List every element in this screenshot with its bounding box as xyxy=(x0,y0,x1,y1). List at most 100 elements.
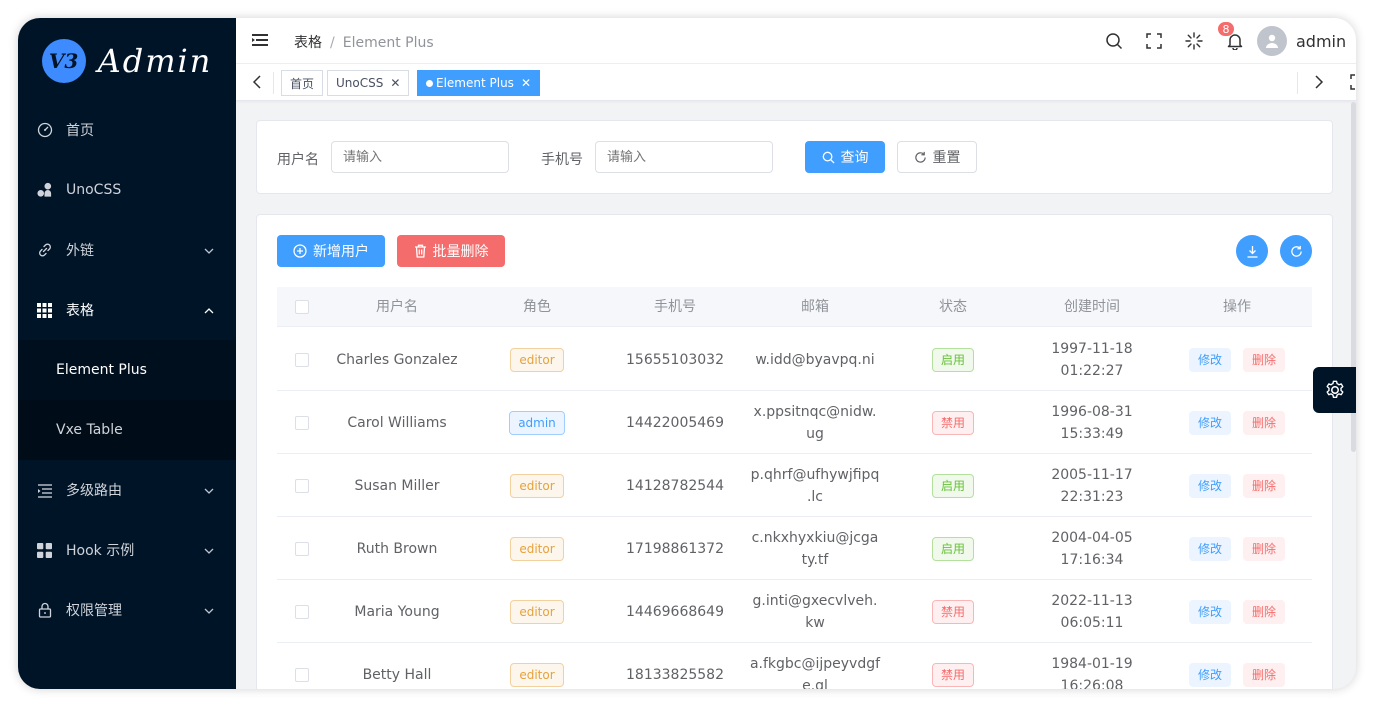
logo[interactable]: V3 Admin xyxy=(18,18,236,104)
column-header[interactable]: 创建时间 xyxy=(1027,287,1157,327)
grid-icon xyxy=(36,302,53,319)
download-icon xyxy=(1247,245,1257,258)
username-cell: Ruth Brown xyxy=(356,540,438,557)
select-all-checkbox[interactable] xyxy=(295,300,309,314)
refresh-icon xyxy=(1290,245,1302,257)
sidebar-item-label: Element Plus xyxy=(56,362,147,378)
row-checkbox[interactable] xyxy=(295,604,309,619)
column-header[interactable]: 手机号 xyxy=(607,287,743,327)
breadcrumb-item[interactable]: 表格 xyxy=(294,35,322,51)
lock-icon xyxy=(36,602,53,619)
edit-button[interactable]: 修改 xyxy=(1188,347,1231,372)
email-cell: w.idd@byavpq.ni xyxy=(747,328,883,391)
sidebar-item-label: UnoCSS xyxy=(66,182,122,198)
column-header[interactable]: 角色 xyxy=(477,287,597,327)
sidebar-item-unocss[interactable]: UnoCSS xyxy=(18,160,236,220)
sidebar-item-home[interactable]: 首页 xyxy=(18,100,236,160)
sidebar-item-hook-examples[interactable]: Hook 示例 xyxy=(18,520,236,580)
column-header[interactable]: 用户名 xyxy=(327,287,467,327)
created-time-text: 1984-01-19 xyxy=(1051,655,1133,672)
row-checkbox[interactable] xyxy=(295,667,309,682)
phone-input[interactable] xyxy=(595,141,773,173)
delete-button[interactable]: 删除 xyxy=(1243,473,1286,498)
app-window: V3 Admin 首页 UnoCSS 外链 表格 Element Plus Vx… xyxy=(18,18,1356,689)
table-row[interactable]: Betty Hall editor 18133825582 a.fkgbc@ijpey… xyxy=(277,643,1312,689)
edit-button[interactable]: 修改 xyxy=(1188,662,1231,687)
row-checkbox[interactable] xyxy=(295,541,309,556)
status-badge: 启用 xyxy=(931,473,974,498)
column-header[interactable]: 操作 xyxy=(1167,287,1307,327)
tag-unocss[interactable]: UnoCSS ✕ xyxy=(327,70,410,96)
sidebar-item-element-plus[interactable]: Element Plus xyxy=(18,340,236,400)
sidebar-item-permissions[interactable]: 权限管理 xyxy=(18,580,236,640)
download-button[interactable] xyxy=(1236,235,1268,267)
created-time-text: 15:33:49 xyxy=(1060,425,1124,442)
add-user-button[interactable]: 新增用户 xyxy=(277,235,385,267)
status-badge: 禁用 xyxy=(931,410,974,435)
email-text: e.gl xyxy=(802,677,828,690)
sidebar-item-vxe-table[interactable]: Vxe Table xyxy=(18,400,236,460)
created-time-text: 01:22:27 xyxy=(1060,362,1124,379)
column-header[interactable]: 邮箱 xyxy=(747,287,883,327)
username-cell: Carol Williams xyxy=(347,414,447,431)
created-time-text: 1997-11-18 xyxy=(1051,340,1133,357)
query-button[interactable]: 查询 xyxy=(805,141,885,173)
phone-cell: 14422005469 xyxy=(626,414,724,431)
sidebar-item-external-links[interactable]: 外链 xyxy=(18,220,236,280)
actions-cell: 修改 删除 xyxy=(1167,454,1307,517)
table-row[interactable]: Susan Miller editor 14128782544 p.qhrf@ufhy… xyxy=(277,454,1312,517)
sidebar-item-table[interactable]: 表格 xyxy=(18,280,236,340)
row-checkbox[interactable] xyxy=(295,415,309,430)
delete-button[interactable]: 删除 xyxy=(1243,347,1286,372)
table-card: 新增用户 批量删除 用户名 角色 手机号 邮箱 状态 创建时间 操作 Charl… xyxy=(256,214,1333,689)
edit-button[interactable]: 修改 xyxy=(1188,410,1231,435)
delete-button[interactable]: 删除 xyxy=(1243,662,1286,687)
column-header[interactable]: 状态 xyxy=(891,287,1015,327)
batch-delete-button[interactable]: 批量删除 xyxy=(397,235,505,267)
edit-button[interactable]: 修改 xyxy=(1188,473,1231,498)
chevron-right-icon[interactable] xyxy=(1314,74,1324,94)
trash-icon xyxy=(414,244,426,258)
close-icon[interactable]: ✕ xyxy=(390,76,400,90)
avatar[interactable] xyxy=(1257,26,1287,56)
row-checkbox-cell xyxy=(295,328,309,391)
status-badge: 启用 xyxy=(931,536,974,561)
username-input[interactable] xyxy=(331,141,509,173)
email-cell: p.qhrf@ufhywjfipq .lc xyxy=(747,454,883,517)
fullscreen-icon[interactable] xyxy=(1143,30,1165,52)
row-checkbox-cell xyxy=(295,643,309,689)
delete-button[interactable]: 删除 xyxy=(1243,536,1286,561)
reset-button[interactable]: 重置 xyxy=(897,141,977,173)
tag-home[interactable]: 首页 xyxy=(281,70,324,96)
sidebar-item-multilevel-route[interactable]: 多级路由 xyxy=(18,460,236,520)
refresh-button[interactable] xyxy=(1280,235,1312,267)
row-checkbox[interactable] xyxy=(295,352,309,367)
status-cell: 启用 xyxy=(891,517,1015,580)
edit-button[interactable]: 修改 xyxy=(1188,536,1231,561)
hamburger-icon[interactable] xyxy=(252,32,268,51)
settings-button[interactable] xyxy=(1313,367,1356,413)
plus-circle-icon xyxy=(293,244,307,258)
delete-button[interactable]: 删除 xyxy=(1243,410,1286,435)
loading-effect-icon[interactable] xyxy=(1183,30,1205,52)
table-row[interactable]: Carol Williams admin 14422005469 x.ppsitnqc… xyxy=(277,391,1312,454)
batch-delete-label: 批量删除 xyxy=(432,244,489,260)
tag-element-plus[interactable]: Element Plus ✕ xyxy=(417,70,540,96)
tags-bar: 首页 UnoCSS ✕ Element Plus ✕ xyxy=(236,64,1356,101)
delete-button[interactable]: 删除 xyxy=(1243,599,1286,624)
fullscreen-icon[interactable] xyxy=(1350,74,1356,94)
breadcrumb: 表格 / Element Plus xyxy=(294,35,434,51)
role-tag: editor xyxy=(510,473,564,498)
phone-cell: 14469668649 xyxy=(626,603,724,620)
created-time-text: 2004-04-05 xyxy=(1051,529,1133,546)
sidebar-item-label: 多级路由 xyxy=(66,483,122,499)
table-row[interactable]: Ruth Brown editor 17198861372 c.nkxhyxkiu@j… xyxy=(277,517,1312,580)
table-row[interactable]: Charles Gonzalez editor 15655103032 w.idd@b… xyxy=(277,328,1312,391)
search-icon[interactable] xyxy=(1103,30,1125,52)
edit-button[interactable]: 修改 xyxy=(1188,599,1231,624)
username-label[interactable]: admin xyxy=(1296,32,1346,51)
row-checkbox[interactable] xyxy=(295,478,309,493)
chevron-left-icon[interactable] xyxy=(252,74,262,94)
close-icon[interactable]: ✕ xyxy=(521,76,531,90)
table-row[interactable]: Maria Young editor 14469668649 g.inti@gxecv… xyxy=(277,580,1312,643)
